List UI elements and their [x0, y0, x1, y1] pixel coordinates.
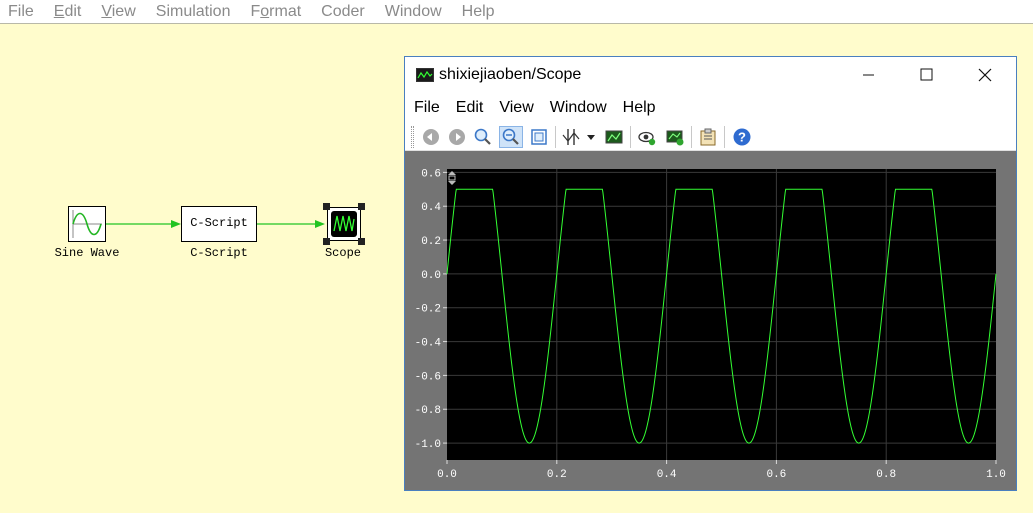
menu-file[interactable]: File: [8, 3, 34, 21]
minimize-button[interactable]: [848, 63, 888, 87]
y-tick-label: -1.0: [415, 439, 441, 451]
properties-icon[interactable]: [698, 127, 718, 147]
y-tick-label: 0.2: [421, 236, 441, 248]
toolbar-separator: [691, 126, 692, 148]
scope-plot[interactable]: 0.0 0.2 0.4 0.6 0.8 1.0 0.6 0.4 0.2 0.0 -0.2 -0.4 -0…: [405, 151, 1016, 490]
add-trace-icon[interactable]: [665, 127, 685, 147]
plot-background: [447, 169, 996, 460]
y-tick-label: -0.4: [415, 338, 442, 350]
scope-block[interactable]: [323, 203, 365, 245]
scope-menu-help[interactable]: Help: [623, 99, 656, 117]
maximize-icon: [920, 68, 933, 81]
y-tick-label: -0.2: [415, 304, 441, 316]
menu-window[interactable]: Window: [385, 3, 442, 21]
y-tick-label: -0.8: [415, 405, 441, 417]
export-image-icon[interactable]: [604, 127, 624, 147]
x-tick-label: 0.6: [766, 469, 786, 481]
y-tick-label: 0.0: [421, 270, 441, 282]
close-icon: [978, 68, 992, 82]
toolbar-grip[interactable]: [411, 126, 414, 148]
selection-handle-tl[interactable]: [323, 203, 330, 210]
scope-menu-file[interactable]: File: [414, 99, 440, 117]
toolbar-separator: [630, 126, 631, 148]
x-tick-label: 0.4: [657, 469, 677, 481]
scope-icon: [331, 211, 357, 237]
scope-window-title: shixiejiaoben/Scope: [439, 66, 582, 83]
forward-icon[interactable]: [447, 127, 467, 147]
scope-window[interactable]: shixiejiaoben/Scope File Edit View Window He…: [404, 56, 1017, 491]
signal-line-sine-to-cscript[interactable]: [106, 220, 181, 228]
y-tick-label: 0.4: [421, 202, 441, 214]
selection-handle-tr[interactable]: [358, 203, 365, 210]
selection-handle-bl[interactable]: [323, 238, 330, 245]
scope-window-icon: [416, 68, 434, 82]
zoom-fit-icon[interactable]: [529, 127, 549, 147]
main-menubar: File Edit View Simulation Format Coder Window H…: [0, 0, 1033, 24]
selection-handle-br[interactable]: [358, 238, 365, 245]
toolbar-separator: [724, 126, 725, 148]
minimize-icon: [863, 74, 874, 76]
scope-toolbar: ?: [405, 121, 1016, 151]
x-tick-label: 0.0: [437, 469, 457, 481]
c-script-block-text: C-Script: [190, 216, 248, 230]
view-icon[interactable]: [637, 127, 657, 147]
x-tick-label: 1.0: [986, 469, 1006, 481]
menu-simulation[interactable]: Simulation: [156, 3, 231, 21]
sine-wave-block[interactable]: [68, 206, 106, 242]
scope-menu-view[interactable]: View: [499, 99, 533, 117]
scope-block-body: [327, 207, 361, 241]
signal-line-cscript-to-scope[interactable]: [257, 220, 325, 228]
cursor-icon[interactable]: [561, 127, 581, 147]
x-tick-label: 0.8: [876, 469, 896, 481]
help-icon[interactable]: ?: [732, 127, 752, 147]
y-tick-label: -0.6: [415, 371, 441, 383]
maximize-button[interactable]: [906, 63, 946, 87]
plot-area[interactable]: 0.0 0.2 0.4 0.6 0.8 1.0 0.6 0.4 0.2 0.0 -0.2 -0.4 -0…: [405, 151, 1016, 490]
menu-edit[interactable]: Edit: [54, 3, 82, 21]
zoom-icon[interactable]: [473, 127, 493, 147]
sine-wave-label: Sine Wave: [54, 246, 120, 260]
scope-menu-window[interactable]: Window: [550, 99, 607, 117]
c-script-label: C-Script: [190, 246, 248, 260]
scope-menubar: File Edit View Window Help: [405, 95, 1016, 121]
close-button[interactable]: [965, 63, 1005, 87]
menu-help[interactable]: Help: [462, 3, 495, 21]
y-tick-label: 0.6: [421, 168, 441, 180]
zoom-out-icon[interactable]: [499, 126, 523, 148]
svg-text:?: ?: [738, 130, 746, 145]
scope-menu-edit[interactable]: Edit: [456, 99, 484, 117]
scope-titlebar[interactable]: shixiejiaoben/Scope: [405, 57, 1016, 93]
c-script-block[interactable]: C-Script: [181, 206, 257, 242]
x-tick-label: 0.2: [547, 469, 567, 481]
back-icon[interactable]: [421, 127, 441, 147]
dropdown-arrow-icon[interactable]: [585, 127, 597, 147]
menu-view[interactable]: View: [101, 3, 135, 21]
sine-wave-icon: [72, 210, 102, 238]
menu-format[interactable]: Format: [250, 3, 301, 21]
menu-coder[interactable]: Coder: [321, 3, 365, 21]
scope-label: Scope: [324, 246, 361, 260]
toolbar-separator: [555, 126, 556, 148]
